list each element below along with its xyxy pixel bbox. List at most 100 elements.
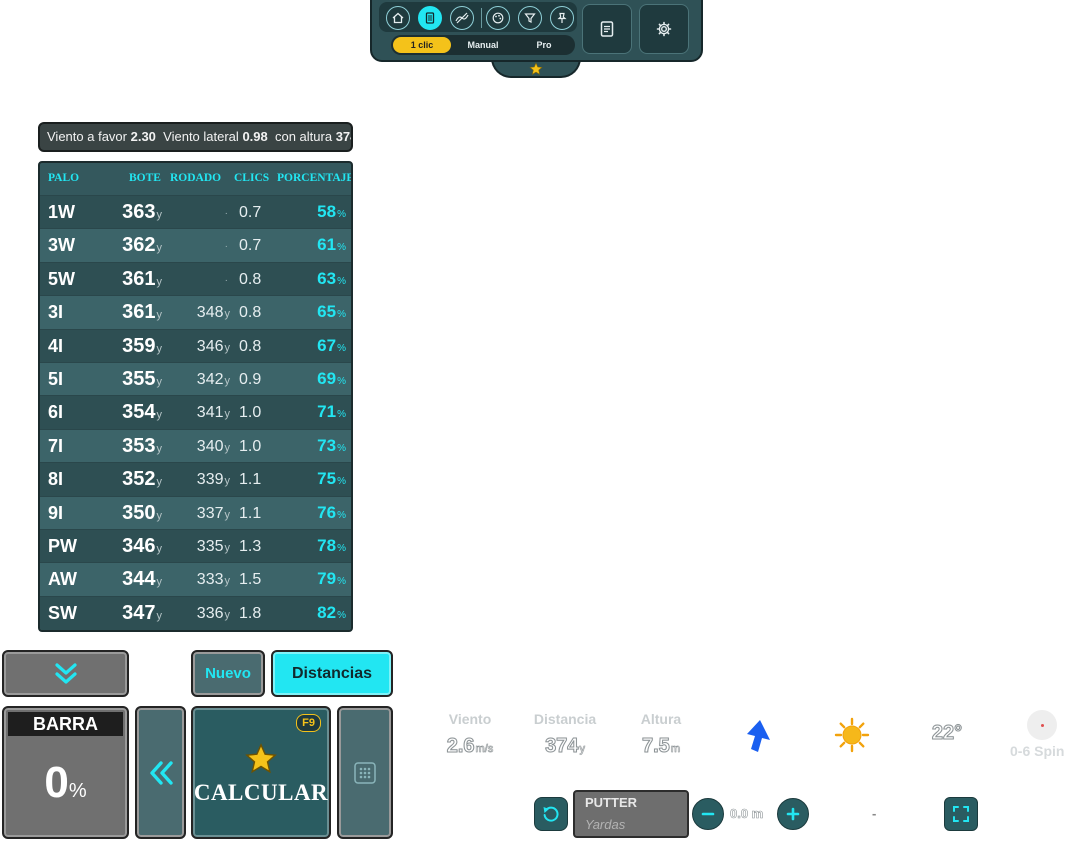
table-row[interactable]: 8I 352y 339y 1.1 75% xyxy=(40,462,351,497)
table-row[interactable]: 5I 355y 342y 0.9 69% xyxy=(40,362,351,396)
home-icon[interactable] xyxy=(386,6,410,30)
filter-icon[interactable] xyxy=(518,6,542,30)
hotkey-badge: F9 xyxy=(296,714,321,732)
toolbar-icon-group xyxy=(379,2,577,32)
carry-distance: 355y xyxy=(94,368,162,391)
carry-unit: y xyxy=(156,242,163,255)
table-row[interactable]: 3I 361y 348y 0.8 65% xyxy=(40,295,351,330)
distancias-button[interactable]: Distancias xyxy=(271,650,393,697)
roll-value: 339 xyxy=(196,471,224,489)
toolbar-divider xyxy=(481,8,482,28)
mode-manual[interactable]: Manual xyxy=(454,37,512,53)
report-button[interactable] xyxy=(582,4,632,54)
roll-value: 337 xyxy=(196,504,224,522)
percentage-unit: % xyxy=(337,309,346,321)
minus-icon xyxy=(701,812,715,816)
header-bote: BOTE xyxy=(129,172,161,184)
carry-distance: 353y xyxy=(94,435,162,458)
putter-yards-input[interactable] xyxy=(581,814,685,834)
clics-value: 1.0 xyxy=(239,404,262,422)
fullscreen-button[interactable] xyxy=(944,797,978,831)
percentage-value: 63 xyxy=(317,268,337,288)
table-row[interactable]: 3W 362y · 0.7 61% xyxy=(40,228,351,263)
table-row[interactable]: 7I 353y 340y 1.0 73% xyxy=(40,428,351,463)
percentage: 65% xyxy=(288,302,346,322)
table-row[interactable]: 6I 354y 341y 1.0 71% xyxy=(40,395,351,430)
palette-icon[interactable] xyxy=(486,6,510,30)
percentage: 63% xyxy=(288,269,346,289)
carry-value: 354 xyxy=(122,401,156,424)
roll-unit: y xyxy=(224,441,231,454)
collapse-button[interactable] xyxy=(2,650,129,697)
spin-indicator[interactable] xyxy=(1027,710,1057,740)
percentage: 67% xyxy=(288,336,346,356)
distancia-value-display: 374y xyxy=(525,735,605,758)
increase-button[interactable] xyxy=(777,798,809,830)
percentage-value: 75 xyxy=(317,469,337,489)
viento-value: 2.6 xyxy=(446,735,475,758)
table-row[interactable]: SW 347y 336y 1.8 82% xyxy=(40,595,351,630)
document-icon[interactable] xyxy=(418,6,442,30)
calcular-button[interactable]: F9 CALCULAR xyxy=(191,706,331,839)
percentage: 78% xyxy=(288,536,346,556)
club-name: 8I xyxy=(48,469,64,490)
table-row[interactable]: 5W 361y · 0.8 63% xyxy=(40,261,351,296)
roll-value: 336 xyxy=(196,604,224,622)
wind-altura-label: con altura xyxy=(274,129,333,144)
table-row[interactable]: PW 346y 335y 1.3 78% xyxy=(40,529,351,563)
viento-value-display: 2.6m/s xyxy=(425,735,515,758)
back-button[interactable] xyxy=(135,706,186,839)
percentage-value: 78 xyxy=(317,536,337,555)
putter-offset-value: 0.0 m xyxy=(730,806,764,822)
mode-1-clic[interactable]: 1 clic xyxy=(393,37,451,53)
decrease-button[interactable] xyxy=(692,798,724,830)
table-row[interactable]: 9I 350y 337y 1.1 76% xyxy=(40,495,351,530)
table-row[interactable]: 4I 359y 346y 0.8 67% xyxy=(40,328,351,363)
viento-unit: m/s xyxy=(475,743,494,756)
star-icon xyxy=(245,743,277,774)
clics-value: 0.9 xyxy=(239,371,262,388)
mode-pro[interactable]: Pro xyxy=(515,37,573,53)
percentage-value: 82 xyxy=(317,602,337,622)
header-clics: CLICS xyxy=(234,172,270,184)
putter-dash: - xyxy=(872,806,877,821)
percentage-unit: % xyxy=(337,342,346,354)
table-row[interactable]: 1W 363y · 0.7 58% xyxy=(40,195,351,229)
carry-distance: 354y xyxy=(94,401,162,424)
header-porcentaje: PORCENTAJE xyxy=(277,172,353,184)
roll-distance: 336y xyxy=(170,605,230,623)
wind-favor-value: 2.30 xyxy=(130,129,156,144)
carry-distance: 350y xyxy=(94,502,162,525)
reset-button[interactable] xyxy=(534,797,568,831)
pin-icon[interactable] xyxy=(550,6,574,30)
percentage-unit: % xyxy=(337,609,346,621)
nuevo-button[interactable]: Nuevo xyxy=(191,650,265,697)
roll-value: 341 xyxy=(196,404,224,422)
table-header: PALO BOTE RODADO CLICS PORCENTAJE xyxy=(40,163,351,195)
roll-value: · xyxy=(224,274,228,286)
roll-value: 333 xyxy=(196,571,224,589)
carry-distance: 361y xyxy=(94,301,162,324)
percentage: 73% xyxy=(288,436,346,456)
percentage: 75% xyxy=(288,469,346,489)
viento-label: Viento xyxy=(448,711,492,727)
table-row[interactable]: AW 344y 333y 1.5 79% xyxy=(40,562,351,597)
roll-distance: · xyxy=(170,275,228,286)
roll-distance: 339y xyxy=(170,471,230,489)
keypad-button[interactable] xyxy=(337,706,393,839)
no-slope-icon[interactable] xyxy=(450,6,474,30)
percentage-unit: % xyxy=(337,543,346,554)
roll-distance: · xyxy=(170,241,228,252)
percentage-value: 73 xyxy=(317,435,337,455)
roll-value: 346 xyxy=(196,337,224,355)
percentage: 69% xyxy=(288,369,346,389)
temperature-value: 22° xyxy=(931,722,963,745)
percentage: 58% xyxy=(288,202,346,222)
barra-value-display: 0% xyxy=(4,758,127,808)
settings-button[interactable] xyxy=(639,4,689,54)
percentage-unit: % xyxy=(337,242,346,254)
carry-value: 359 xyxy=(122,334,156,357)
percentage-unit: % xyxy=(337,209,346,220)
percentage: 82% xyxy=(288,603,346,623)
favorite-star-icon[interactable] xyxy=(529,62,543,76)
